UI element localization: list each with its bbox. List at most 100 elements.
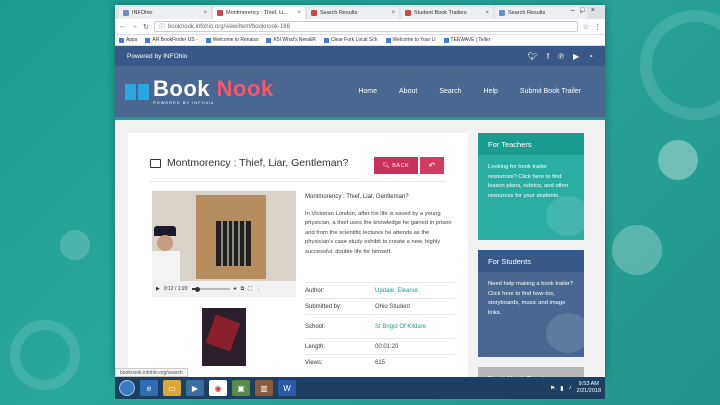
rss-icon[interactable]: ◔: [588, 52, 593, 61]
book-nook-logo[interactable]: Book Nook POWERED BY INFOhio: [125, 77, 274, 105]
ie-icon[interactable]: e: [140, 380, 158, 396]
video-frame: [152, 191, 296, 281]
students-card[interactable]: For Students Need help making a book tra…: [478, 250, 584, 357]
police-officer-image: [152, 226, 182, 281]
feeds-card-title: Book Nook Feeds: [478, 367, 584, 377]
nav-help[interactable]: Help: [484, 88, 498, 95]
close-tab-icon[interactable]: ×: [297, 10, 301, 16]
students-card-title: For Students: [478, 250, 584, 272]
nav-about[interactable]: About: [399, 88, 417, 95]
close-tab-icon[interactable]: ×: [391, 10, 395, 16]
item-title: Montmorency : Thief, Liar, Gentleman?: [167, 157, 349, 169]
fullscreen-icon[interactable]: ⛶: [248, 286, 252, 292]
twitter-icon[interactable]: 🐦︎: [528, 52, 538, 61]
favicon-icon: [405, 10, 411, 16]
site-header: Book Nook POWERED BY INFOhio Home About …: [115, 66, 605, 120]
url-field[interactable]: ⓘ booknook.infohio.org/view/item/booknoo…: [153, 21, 578, 32]
teachers-card[interactable]: For Teachers Looking for book trailer re…: [478, 133, 584, 240]
powered-by-link[interactable]: Powered by INFOhio: [127, 53, 187, 60]
video-player[interactable]: ▶ 0:12 / 1:20 🔊︎ ⧉ ⛶ ⋮: [152, 191, 296, 297]
bookmark-item[interactable]: Welcome to Renaiss: [205, 37, 258, 43]
folder-icon[interactable]: ▭: [163, 380, 181, 396]
nav-submit-trailer[interactable]: Submit Book Trailer: [520, 88, 581, 95]
clock[interactable]: 9:53 AM 2/21/2018: [577, 381, 601, 395]
start-button[interactable]: [119, 380, 135, 396]
search-icon: 🔍︎: [382, 162, 391, 169]
description-text: In Victorian London, after his life is s…: [305, 210, 452, 255]
book-cover-image[interactable]: [202, 308, 246, 366]
film-icon: [150, 158, 161, 168]
favicon-icon: [217, 10, 223, 16]
back-button[interactable]: 🔍︎ BACK: [374, 157, 418, 174]
item-panel: Montmorency : Thief, Liar, Gentleman? 🔍︎…: [128, 133, 468, 377]
system-tray: ⚑ ▮ ♪ 9:53 AM 2/21/2018: [550, 381, 601, 395]
meta-row-submitted: Submitted by: Ohio Student: [305, 298, 455, 314]
sidebar: For Teachers Looking for book trailer re…: [478, 133, 584, 377]
play-icon[interactable]: ▶: [156, 286, 160, 292]
share-button[interactable]: ↶: [420, 157, 444, 174]
divider: [150, 181, 446, 182]
tab[interactable]: Student Book Trailers ×: [401, 7, 493, 19]
decor-circle: [612, 225, 662, 275]
browser-window: INFOhio × Montmorency : Thief, Li... × Sea…: [115, 5, 605, 377]
more-options-icon[interactable]: ⋮: [256, 286, 261, 292]
bookmark-item[interactable]: Welcome to Your Li: [385, 37, 436, 43]
bookmark-item[interactable]: K5I What's New&R: [266, 37, 316, 43]
menu-icon[interactable]: ⋮: [594, 23, 601, 31]
author-link[interactable]: Updale, Eleanor.: [375, 288, 455, 294]
window-controls[interactable]: –□×: [571, 7, 601, 14]
top-strip: Powered by INFOhio 🐦︎ f ℗ ▶ ◔: [115, 46, 605, 66]
word-icon[interactable]: W: [278, 380, 296, 396]
bookmarks-bar: Apps AR BookFinder US - Welcome to Renai…: [115, 35, 605, 46]
tab-active[interactable]: Montmorency : Thief, Li... ×: [213, 7, 305, 19]
decor-circle: [60, 230, 90, 260]
media-icon[interactable]: ▶: [186, 380, 204, 396]
progress-knob[interactable]: [194, 286, 200, 292]
decor-circle: [546, 313, 584, 353]
apps-icon: [119, 37, 124, 43]
network-icon[interactable]: ▮: [560, 385, 563, 392]
chrome-icon[interactable]: ◉: [209, 380, 227, 396]
taskbar: e ▭ ▶ ◉ ▣ ▥ W ⚑ ▮ ♪ 9:53 AM 2/21/2018: [115, 377, 605, 399]
photos-icon[interactable]: ▣: [232, 380, 250, 396]
back-arrow-icon[interactable]: ←: [119, 23, 126, 30]
close-tab-icon[interactable]: ×: [485, 10, 489, 16]
meta-row-author: Author: Updale, Eleanor.: [305, 282, 455, 298]
feeds-card[interactable]: Book Nook Feeds: [478, 367, 584, 377]
flag-icon[interactable]: ⚑: [550, 385, 555, 392]
meta-row-length: Length: 00:01:20: [305, 338, 455, 354]
star-icon[interactable]: ☆: [583, 23, 589, 31]
bookmark-item[interactable]: Apps: [119, 37, 137, 43]
web-page: Powered by INFOhio 🐦︎ f ℗ ▶ ◔ Book Nook …: [115, 46, 605, 377]
close-tab-icon[interactable]: ×: [203, 10, 207, 16]
item-description: Montmorency : Thief, Liar, Gentleman? In…: [305, 193, 455, 257]
decor-circle: [546, 196, 584, 236]
forward-arrow-icon[interactable]: →: [131, 23, 138, 30]
tab[interactable]: INFOhio ×: [119, 7, 211, 19]
app-icon[interactable]: ▥: [255, 380, 273, 396]
pinterest-icon[interactable]: ℗: [558, 52, 564, 61]
bookmark-icon: [145, 37, 151, 43]
nav-home[interactable]: Home: [358, 88, 377, 95]
picture-in-picture-icon[interactable]: ⧉: [241, 286, 245, 292]
youtube-icon[interactable]: ▶: [573, 52, 579, 61]
tab[interactable]: Search Results ×: [307, 7, 399, 19]
bookmark-item[interactable]: TEEWAVE | Teller: [443, 37, 490, 43]
nav-search[interactable]: Search: [439, 88, 461, 95]
school-link[interactable]: St Brigid Of Kildare: [375, 324, 455, 330]
address-bar-row: ← → ↻ ⓘ booknook.infohio.org/view/item/b…: [115, 19, 605, 35]
video-time: 0:12 / 1:20: [163, 286, 188, 292]
volume-icon[interactable]: ♪: [569, 385, 572, 391]
bookmark-item[interactable]: AR BookFinder US -: [145, 37, 198, 43]
reload-icon[interactable]: ↻: [143, 23, 149, 31]
facebook-icon[interactable]: f: [547, 52, 549, 61]
meta-row-views: Views: 615: [305, 354, 455, 370]
video-progress-bar[interactable]: [191, 286, 230, 292]
status-bar: booknook.infohio.org/search: [115, 368, 188, 377]
jail-bars-image: [216, 221, 251, 266]
bookmark-item[interactable]: Clear Fork Local Sch: [323, 37, 378, 43]
favicon-icon: [123, 10, 129, 16]
volume-icon[interactable]: 🔊︎: [234, 286, 237, 292]
favicon-icon: [311, 10, 317, 16]
bookmark-icon: [385, 37, 391, 43]
